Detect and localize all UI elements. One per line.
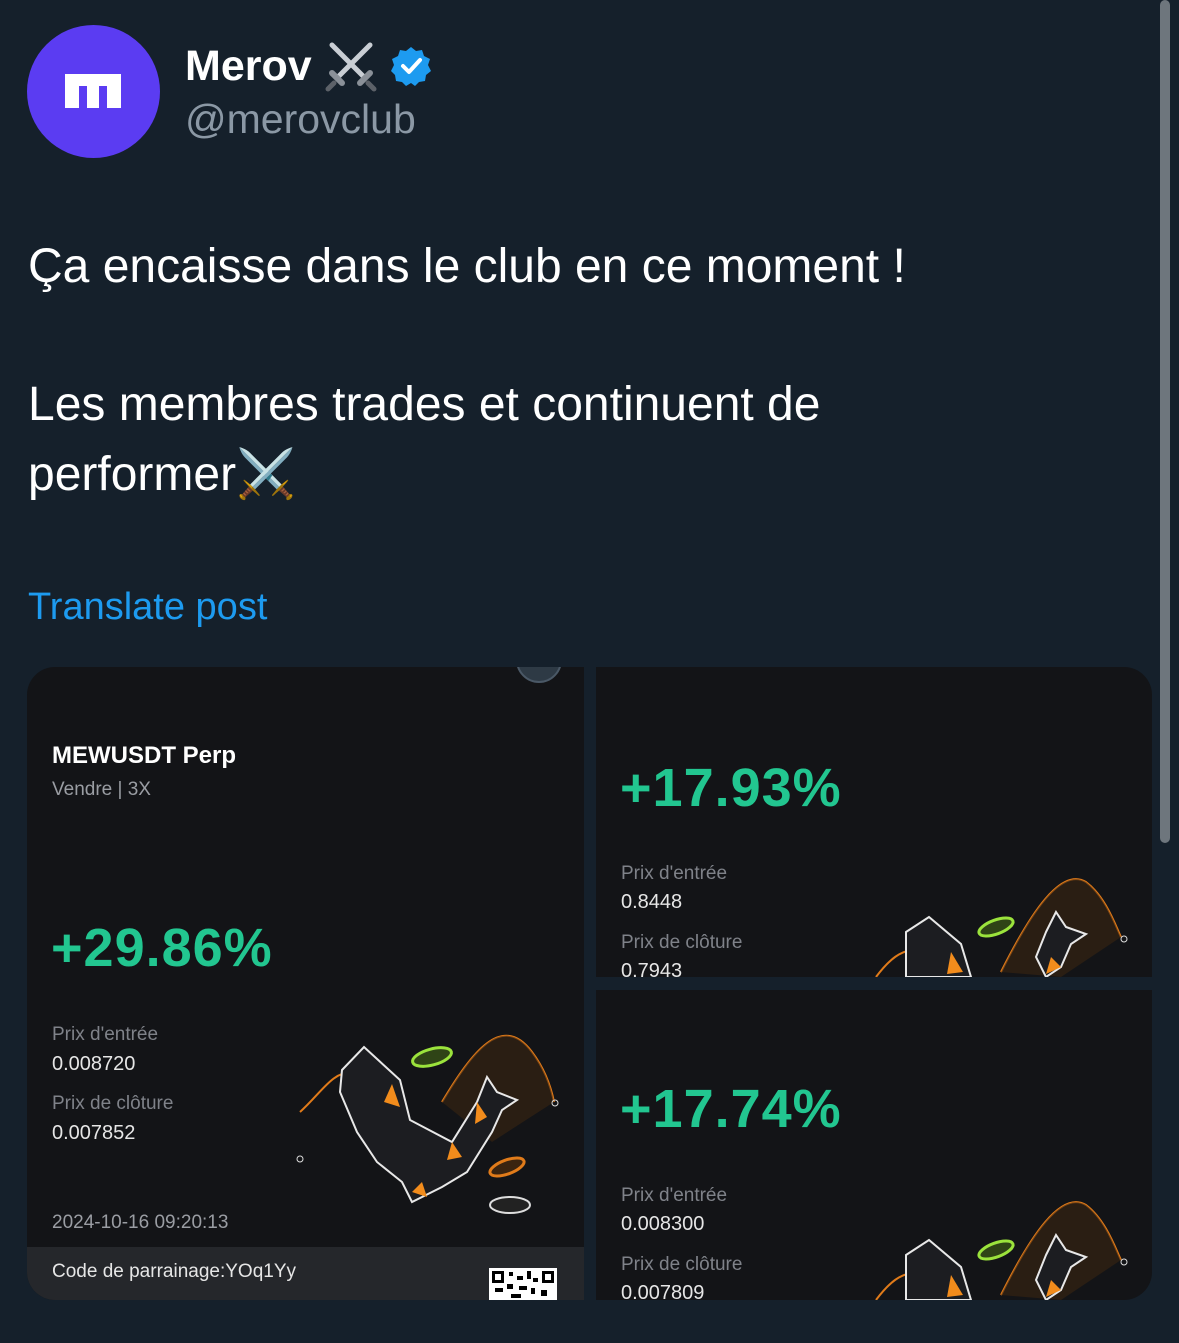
referral-footer: Code de parrainage:YOq1Yy (27, 1247, 584, 1300)
cat-illustration-icon (875, 1201, 1128, 1300)
trade-card-bottom-right[interactable]: +17.74% Prix d'entrée 0.008300 Prix de c… (596, 990, 1152, 1300)
entry-price-label: Prix d'entrée (52, 1024, 159, 1045)
trade-card-mewusdt[interactable]: · · · · · · · · MEWUSDT Perp Vendre | 3X… (27, 667, 584, 1300)
cropped-header-text: · · · · · · · · (397, 667, 471, 673)
entry-price-label: Prix d'entrée (621, 1185, 728, 1206)
trade-pair: MEWUSDT Perp (52, 742, 237, 769)
crossed-swords-icon (325, 42, 377, 92)
entry-price-value: 0.8448 (621, 891, 683, 913)
close-price-value: 0.007852 (52, 1122, 136, 1144)
author-handle[interactable]: @merovclub (185, 96, 416, 143)
trade-side: Vendre | 3X (52, 779, 151, 800)
post-text-line-3: performer⚔️ (28, 448, 296, 501)
merov-logo-icon (65, 74, 121, 108)
close-price-label: Prix de clôture (621, 1254, 743, 1275)
translate-post-link[interactable]: Translate post (28, 586, 267, 629)
cat-illustration-icon (875, 878, 1128, 977)
pnl-percent: +17.74% (620, 1079, 842, 1139)
avatar[interactable] (27, 25, 160, 158)
referral-code: Code de parrainage:YOq1Yy (52, 1261, 296, 1282)
post-text-line-2: Les membres trades et continuent de (28, 378, 821, 431)
close-price-label: Prix de clôture (52, 1093, 174, 1114)
author-name[interactable]: Merov (185, 42, 312, 91)
trade-timestamp: 2024-10-16 09:20:13 (52, 1212, 229, 1233)
entry-price-label: Prix d'entrée (621, 863, 728, 884)
pnl-percent: +29.86% (51, 918, 273, 978)
pnl-percent: +17.93% (620, 758, 842, 818)
trade-card-top-right[interactable]: +17.93% Prix d'entrée 0.8448 Prix de clô… (596, 667, 1152, 977)
post-text-line-1: Ça encaisse dans le club en ce moment ! (28, 240, 906, 293)
cropped-avatar (516, 667, 562, 683)
close-price-value: 0.007809 (621, 1282, 705, 1300)
scrollbar[interactable] (1160, 0, 1170, 843)
post-media-grid[interactable]: · · · · · · · · MEWUSDT Perp Vendre | 3X… (27, 667, 1152, 1300)
verified-badge-icon[interactable] (390, 45, 432, 87)
entry-price-value: 0.008720 (52, 1053, 136, 1075)
qr-code-icon (489, 1268, 557, 1300)
close-price-label: Prix de clôture (621, 932, 743, 953)
cat-illustration-icon (296, 1034, 559, 1214)
close-price-value: 0.7943 (621, 960, 683, 977)
author-name-row[interactable]: Merov (185, 38, 432, 94)
entry-price-value: 0.008300 (621, 1213, 705, 1235)
